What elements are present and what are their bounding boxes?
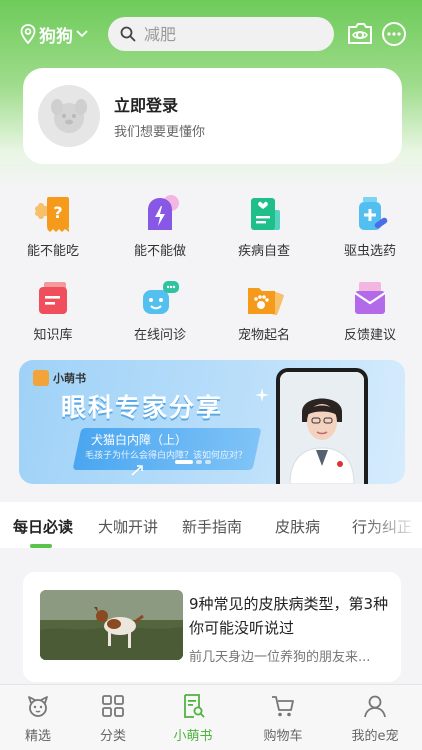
nav-label: 小萌书 <box>173 729 213 744</box>
doctor-photo <box>280 372 364 484</box>
grid-label: 疾病自查 <box>237 244 290 259</box>
banner-tag-subtitle: 毛孩子为什么会得白内障？该如何应对？ <box>85 451 248 461</box>
tab-skin-disease[interactable]: 皮肤病 <box>275 516 320 537</box>
grid-item-online-consult[interactable]: 在线问诊 <box>120 278 200 343</box>
featured-dog-icon <box>28 696 48 717</box>
camera-scan-icon[interactable] <box>346 20 374 48</box>
top-bar: 狗狗 <box>0 14 422 54</box>
tab-expert-talk[interactable]: 大咖开讲 <box>98 516 158 537</box>
tabs-fade-overlay <box>362 502 422 548</box>
nav-my-epet[interactable]: 我的e宠 <box>340 693 410 744</box>
profile-icon <box>364 695 386 718</box>
chevron-down-icon <box>76 30 88 38</box>
grid-item-knowledge[interactable]: 知识库 <box>13 278 93 343</box>
book-search-icon <box>184 694 205 718</box>
pagination-dot-active[interactable] <box>175 460 193 464</box>
location-selector[interactable]: 狗狗 <box>20 22 91 47</box>
message-icon[interactable] <box>380 20 408 48</box>
feedback-envelope-icon <box>354 282 386 314</box>
pagination-dot[interactable] <box>205 460 211 464</box>
sparkle-icon <box>255 388 269 402</box>
location-pin-icon <box>20 24 36 44</box>
login-subtitle: 我们想要更懂你 <box>114 125 206 140</box>
knowledge-box-icon <box>39 282 67 314</box>
grid-item-pet-naming[interactable]: 宠物起名 <box>224 278 304 343</box>
category-tabs: 每日必读 大咖开讲 新手指南 皮肤病 行为纠正 <box>0 502 422 548</box>
search-icon <box>120 26 136 42</box>
svg-text:?: ? <box>53 203 62 222</box>
chat-consult-icon <box>143 281 179 314</box>
grid-label: 驱虫选药 <box>343 244 396 259</box>
doctor-phone-frame <box>276 368 368 484</box>
medicine-bottle-icon <box>359 197 388 230</box>
grid-item-deworm[interactable]: 驱虫选药 <box>330 194 410 259</box>
default-pet-avatar-icon <box>51 99 87 133</box>
bottom-navigation: 精选 分类 小萌书 购物车 我的e宠 <box>0 684 422 750</box>
tab-daily-read[interactable]: 每日必读 <box>13 516 73 537</box>
nav-label: 购物车 <box>263 729 303 744</box>
lightning-bag-icon <box>148 195 179 230</box>
banner-logo: 小萌书 <box>33 370 86 386</box>
nav-cart[interactable]: 购物车 <box>248 693 318 744</box>
grid-label: 宠物起名 <box>237 328 290 343</box>
nav-category[interactable]: 分类 <box>78 693 148 744</box>
grid-item-can-do[interactable]: 能不能做 <box>120 194 200 259</box>
grid-label: 在线问诊 <box>133 328 186 343</box>
login-card[interactable]: 立即登录 我们想要更懂你 <box>23 68 402 164</box>
active-tab-indicator <box>30 544 52 548</box>
grid-item-can-eat[interactable]: ? 能不能吃 <box>13 194 93 259</box>
nav-label: 精选 <box>24 729 51 744</box>
grid-label: 反馈建议 <box>343 328 396 343</box>
bone-tag-icon: ? <box>35 197 69 232</box>
tab-beginner-guide[interactable]: 新手指南 <box>182 516 242 537</box>
article-title: 9种常见的皮肤病类型，第3种你可能没听说过 <box>189 595 389 637</box>
promo-banner[interactable]: 小萌书 眼科专家分享 犬猫白内障（上） 毛孩子为什么会得白内障？该如何应对？ <box>19 360 405 484</box>
nav-featured[interactable]: 精选 <box>3 693 73 744</box>
location-label: 狗狗 <box>39 26 73 47</box>
login-title: 立即登录 <box>114 96 179 115</box>
banner-tag-title: 犬猫白内障（上） <box>91 433 188 447</box>
nav-xiaomengshu[interactable]: 小萌书 <box>158 693 228 744</box>
grid-label: 能不能做 <box>133 244 186 259</box>
grid-item-disease-check[interactable]: 疾病自查 <box>224 194 304 259</box>
grid-label: 能不能吃 <box>26 244 79 259</box>
nav-label: 我的e宠 <box>351 729 399 744</box>
paw-folder-icon <box>248 288 284 316</box>
cursor-arrow-icon <box>131 465 143 476</box>
search-bar[interactable] <box>108 17 334 51</box>
banner-pagination <box>175 460 214 464</box>
article-card[interactable]: 9种常见的皮肤病类型，第3种你可能没听说过 前几天身边一位养狗的朋友来... <box>23 572 401 682</box>
cart-icon <box>272 696 294 717</box>
grid-category-icon <box>102 695 124 717</box>
health-check-icon <box>251 198 280 230</box>
pagination-dot[interactable] <box>196 460 202 464</box>
banner-title: 眼科专家分享 <box>61 393 224 422</box>
search-input[interactable] <box>144 24 314 44</box>
grid-label: 知识库 <box>33 328 73 343</box>
grid-item-feedback[interactable]: 反馈建议 <box>330 278 410 343</box>
article-thumbnail <box>40 590 183 660</box>
article-snippet: 前几天身边一位养狗的朋友来... <box>189 650 371 665</box>
nav-label: 分类 <box>99 729 126 744</box>
brand-logo-icon <box>33 370 49 386</box>
quick-action-grid: ? 能不能吃 能不能做 疾病自查 驱虫选药 知识库 在线问诊 宠物起名 反馈建议 <box>0 186 422 356</box>
banner-logo-text: 小萌书 <box>53 372 86 385</box>
avatar <box>38 85 100 147</box>
